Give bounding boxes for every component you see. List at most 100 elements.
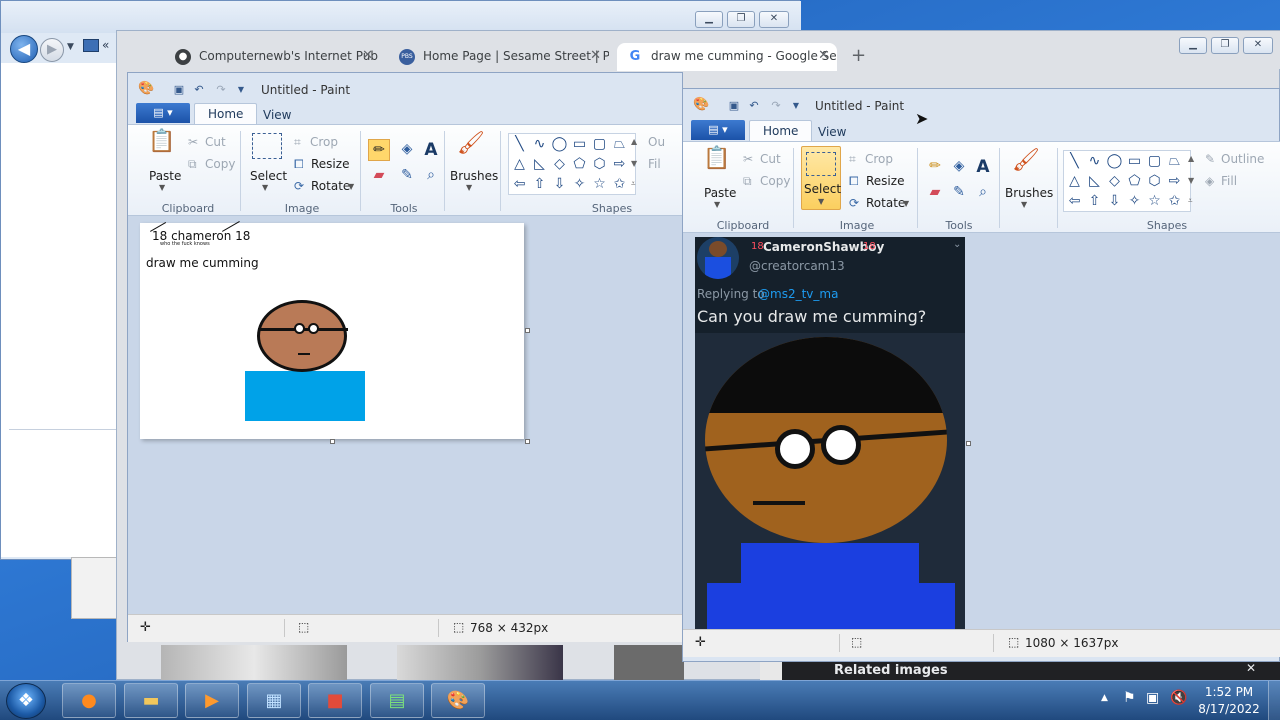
result-thumbnail[interactable] xyxy=(614,645,684,681)
copy-button[interactable]: Copy xyxy=(760,174,790,188)
shapes-gallery[interactable]: ╲ ∿ ◯ ▭ ▢ ⏢ △ ◺ ◇ ⬠ ⬡ ⇨ ⇦ ⇧ ⇩ ✧ ☆ ✩ xyxy=(1063,150,1191,212)
rotate-dropdown-icon[interactable]: ▼ xyxy=(348,182,354,191)
select-rectangle-icon[interactable] xyxy=(252,133,282,159)
qat-dropdown-icon[interactable]: ▼ xyxy=(234,83,248,97)
pasted-tweet-image[interactable]: 18 CameronShawboy 18 ⌄ @creatorcam13 Rep… xyxy=(695,237,965,629)
magnifier-icon[interactable]: ⌕ xyxy=(972,182,994,204)
fill-button[interactable]: Fill xyxy=(1221,174,1237,188)
resize-handle[interactable] xyxy=(330,439,335,444)
scroll-up-icon[interactable]: ▲ xyxy=(631,137,637,146)
save-icon[interactable]: ▣ xyxy=(727,99,741,113)
forward-arrow-icon[interactable]: ▶ xyxy=(40,38,64,62)
gallery-expand-icon[interactable]: ⩡ xyxy=(631,179,636,189)
clipboard-icon[interactable]: 📋 xyxy=(701,146,733,182)
undo-icon[interactable]: ↶ xyxy=(192,83,206,97)
redo-icon[interactable]: ↷ xyxy=(214,83,228,97)
firefox-icon[interactable]: ● xyxy=(62,683,116,718)
cut-button[interactable]: Cut xyxy=(205,135,226,149)
scroll-down-icon[interactable]: ▼ xyxy=(1188,176,1194,185)
tab-view[interactable]: View xyxy=(805,122,859,142)
redo-icon[interactable]: ↷ xyxy=(769,99,783,113)
dropdown-icon[interactable]: ▼ xyxy=(67,42,74,52)
resize-handle[interactable] xyxy=(525,328,530,333)
outline-button[interactable]: Ou xyxy=(648,135,665,149)
close-icon[interactable]: ✕ xyxy=(818,43,829,69)
select-button-active[interactable]: Select ▼ xyxy=(801,146,841,210)
chevron-double-left-icon[interactable]: « xyxy=(102,38,109,52)
start-button[interactable]: ❖ xyxy=(6,683,46,719)
paint-icon[interactable]: 🎨 xyxy=(431,683,485,718)
chrome-minimize-button[interactable]: ▁ xyxy=(1179,37,1207,54)
crop-button[interactable]: Crop xyxy=(865,152,893,166)
ie-minimize-button[interactable]: ▁ xyxy=(695,11,723,28)
rotate-button[interactable]: Rotate xyxy=(311,179,350,193)
pencil-icon[interactable]: ✏ xyxy=(924,156,946,178)
paste-button[interactable]: Paste xyxy=(149,169,181,183)
drawing-canvas[interactable]: 18 chameron 18 who the fuck knows draw m… xyxy=(140,221,524,439)
brushes-dropdown-icon[interactable]: ▼ xyxy=(466,183,472,192)
paste-dropdown-icon[interactable]: ▼ xyxy=(714,200,720,209)
brushes-icon[interactable]: 🖌 xyxy=(454,131,488,165)
brushes-button[interactable]: Brushes xyxy=(1005,186,1053,200)
file-menu-button[interactable]: ▤ ▾ xyxy=(136,103,190,123)
toolbox-icon[interactable]: ■ xyxy=(308,683,362,718)
close-icon[interactable]: ✕ xyxy=(590,43,601,69)
text-tool-icon[interactable]: A xyxy=(420,139,442,161)
tab-home[interactable]: Home xyxy=(194,103,258,124)
tab-view[interactable]: View xyxy=(250,105,304,125)
paste-dropdown-icon[interactable]: ▼ xyxy=(159,183,165,192)
chrome-maximize-button[interactable]: ❐ xyxy=(1211,37,1239,54)
gallery-expand-icon[interactable]: ⩡ xyxy=(1188,196,1193,206)
clipboard-icon[interactable]: 📋 xyxy=(146,129,178,165)
magnifier-icon[interactable]: ⌕ xyxy=(420,165,442,187)
file-menu-button[interactable]: ▤ ▾ xyxy=(691,120,745,140)
network-icon[interactable]: ▣ xyxy=(1146,690,1159,706)
tab-home[interactable]: Home xyxy=(749,120,813,141)
folder-icon[interactable]: ▬ xyxy=(124,683,178,718)
back-arrow-icon[interactable]: ◀ xyxy=(10,35,38,63)
resize-handle[interactable] xyxy=(525,439,530,444)
task-manager-icon[interactable]: ▤ xyxy=(370,683,424,718)
brushes-button[interactable]: Brushes xyxy=(450,169,498,183)
text-tool-icon[interactable]: A xyxy=(972,156,994,178)
rotate-dropdown-icon[interactable]: ▼ xyxy=(903,199,909,208)
copy-button[interactable]: Copy xyxy=(205,157,235,171)
eraser-icon[interactable]: ▰ xyxy=(368,165,390,187)
resize-handle[interactable] xyxy=(966,441,971,446)
result-thumbnail[interactable] xyxy=(397,645,563,681)
media-player-icon[interactable]: ▶ xyxy=(185,683,239,718)
volume-muted-icon[interactable]: 🔇 xyxy=(1170,690,1187,706)
shapes-gallery[interactable]: ╲ ∿ ◯ ▭ ▢ ⏢ △ ◺ ◇ ⬠ ⬡ ⇨ ⇦ ⇧ ⇩ ✧ ☆ ✩ xyxy=(508,133,636,195)
tab-google-search[interactable]: G draw me cumming - Google Se ✕ xyxy=(617,43,837,71)
cut-button[interactable]: Cut xyxy=(760,152,781,166)
fill-bucket-icon[interactable]: ◈ xyxy=(948,156,970,178)
close-icon[interactable]: ✕ xyxy=(1246,662,1256,675)
resize-button[interactable]: Resize xyxy=(311,157,349,171)
fill-bucket-icon[interactable]: ◈ xyxy=(396,139,418,161)
new-tab-button[interactable]: + xyxy=(851,45,866,66)
ie-maximize-button[interactable]: ❐ xyxy=(727,11,755,28)
close-icon[interactable]: ✕ xyxy=(362,43,373,69)
clock-date[interactable]: 8/17/2022 xyxy=(1198,702,1260,716)
show-desktop-button[interactable] xyxy=(1268,681,1280,720)
fill-button[interactable]: Fil xyxy=(648,157,661,171)
color-picker-icon[interactable]: ✎ xyxy=(396,165,418,187)
qat-dropdown-icon[interactable]: ▼ xyxy=(789,99,803,113)
outline-button[interactable]: Outline xyxy=(1221,152,1264,166)
result-thumbnail[interactable] xyxy=(161,645,347,681)
eraser-icon[interactable]: ▰ xyxy=(924,182,946,204)
tab-computernewb[interactable]: ● Computernewb's Internet Pub H ✕ xyxy=(165,43,381,71)
scroll-down-icon[interactable]: ▼ xyxy=(631,159,637,168)
color-picker-icon[interactable]: ✎ xyxy=(948,182,970,204)
control-panel-icon[interactable]: ▦ xyxy=(247,683,301,718)
paste-button[interactable]: Paste xyxy=(704,186,736,200)
rotate-button[interactable]: Rotate xyxy=(866,196,905,210)
brushes-icon[interactable]: 🖌 xyxy=(1009,148,1043,182)
crop-button[interactable]: Crop xyxy=(310,135,338,149)
show-hidden-icons-icon[interactable]: ▲ xyxy=(1101,693,1108,703)
tab-sesame-street[interactable]: PBS Home Page | Sesame Street | PB ✕ xyxy=(389,43,609,71)
pencil-icon[interactable]: ✏ xyxy=(368,139,390,161)
scroll-up-icon[interactable]: ▲ xyxy=(1188,154,1194,163)
resize-button[interactable]: Resize xyxy=(866,174,904,188)
action-center-flag-icon[interactable]: ⚑ xyxy=(1123,690,1136,706)
